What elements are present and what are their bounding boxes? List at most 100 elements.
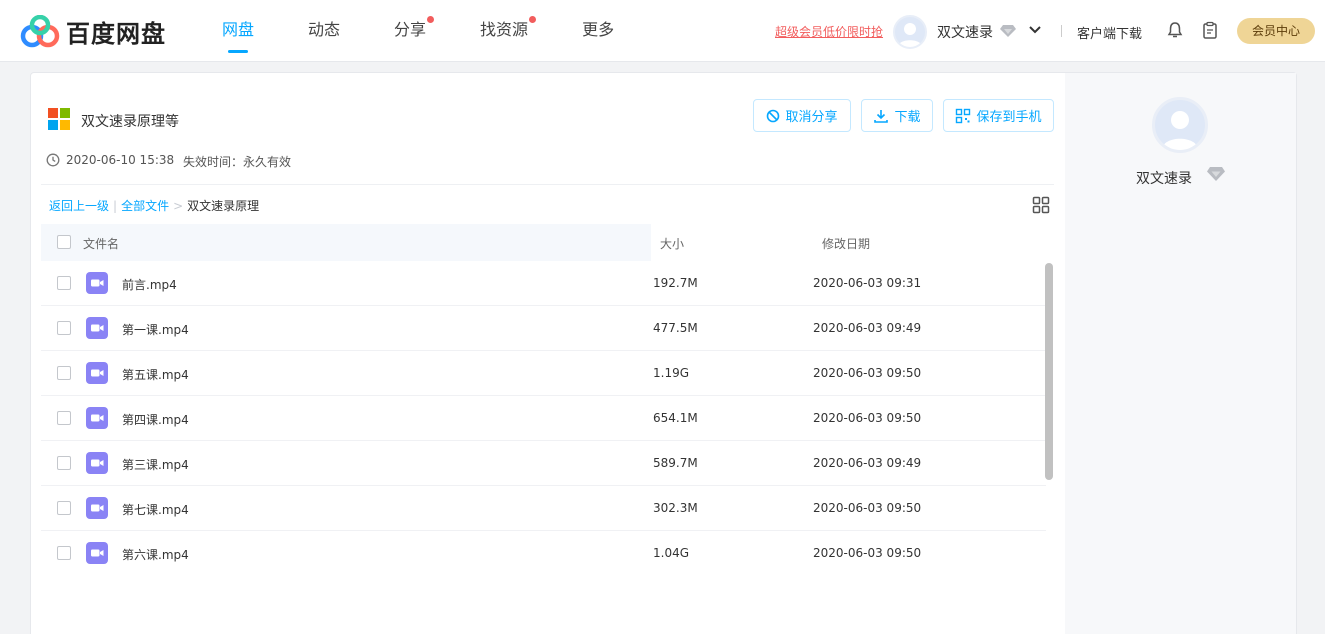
file-date: 2020-06-03 09:50: [813, 366, 922, 380]
sharer-sidebar: 双文速录: [1065, 73, 1296, 634]
file-date: 2020-06-03 09:50: [813, 546, 922, 560]
member-center-button[interactable]: 会员中心: [1237, 18, 1315, 44]
main-nav: 网盘 动态 分享 找资源 更多: [222, 0, 668, 62]
nav-item-find-resources[interactable]: 找资源: [480, 0, 537, 62]
diamond-icon: [1206, 166, 1226, 185]
file-size: 654.1M: [653, 411, 698, 425]
scrollbar[interactable]: [1045, 263, 1053, 480]
breadcrumb-separator: |: [113, 198, 118, 213]
column-header-name[interactable]: 文件名: [83, 235, 119, 252]
file-date: 2020-06-03 09:49: [813, 456, 922, 470]
username[interactable]: 双文速录: [937, 22, 993, 42]
table-row[interactable]: 前言.mp4 192.7M 2020-06-03 09:31: [41, 261, 1046, 306]
select-all-checkbox[interactable]: [57, 235, 71, 249]
table-row[interactable]: 第一课.mp4 477.5M 2020-06-03 09:49: [41, 306, 1046, 351]
qr-code-icon: [956, 108, 971, 123]
file-date: 2020-06-03 09:50: [813, 411, 922, 425]
video-file-icon: [86, 497, 108, 519]
file-size: 1.19G: [653, 366, 690, 380]
file-size: 1.04G: [653, 546, 690, 560]
row-checkbox[interactable]: [57, 456, 71, 470]
row-checkbox[interactable]: [57, 501, 71, 515]
chevron-down-icon[interactable]: [1028, 24, 1042, 38]
save-to-phone-button[interactable]: 保存到手机: [943, 99, 1054, 132]
file-name[interactable]: 第六课.mp4: [122, 546, 189, 563]
column-header-date[interactable]: 修改日期: [822, 235, 870, 252]
video-file-icon: [86, 317, 108, 339]
user-silhouette-icon: [898, 23, 922, 47]
user-silhouette-icon: [1162, 111, 1198, 150]
file-list: 前言.mp4 192.7M 2020-06-03 09:31 第一课.mp4 4…: [41, 261, 1046, 576]
nav-label: 分享: [394, 20, 427, 39]
nav-label: 找资源: [480, 20, 529, 39]
table-row[interactable]: 第三课.mp4 589.7M 2020-06-03 09:49: [41, 441, 1046, 486]
table-row[interactable]: 第四课.mp4 654.1M 2020-06-03 09:50: [41, 396, 1046, 441]
button-label: 下载: [894, 110, 921, 125]
bell-icon[interactable]: [1166, 21, 1184, 42]
video-file-icon: [86, 452, 108, 474]
client-download-link[interactable]: 客户端下载: [1077, 23, 1142, 42]
row-checkbox[interactable]: [57, 546, 71, 560]
notification-dot: [529, 16, 537, 23]
breadcrumb-all-files-link[interactable]: 全部文件: [121, 197, 169, 214]
video-file-icon: [86, 362, 108, 384]
logo[interactable]: 百度网盘: [20, 14, 166, 49]
breadcrumb-arrow: >: [173, 198, 184, 213]
file-name[interactable]: 第一课.mp4: [122, 321, 189, 338]
share-expire-time: 失效时间：永久有效: [183, 155, 292, 169]
download-icon: [874, 109, 889, 123]
sharer-username[interactable]: 双文速录: [1136, 168, 1192, 188]
nav-item-netdisk[interactable]: 网盘: [222, 0, 254, 62]
row-checkbox[interactable]: [57, 411, 71, 425]
row-checkbox[interactable]: [57, 276, 71, 290]
table-row[interactable]: 第七课.mp4 302.3M 2020-06-03 09:50: [41, 486, 1046, 531]
nav-item-activity[interactable]: 动态: [308, 0, 340, 62]
share-title: 双文速录原理等: [81, 114, 179, 130]
nav-label: 更多: [582, 20, 615, 39]
share-card: 双文速录原理等 取消分享 下载 保存到手机 2020-06-10 15:38 失…: [30, 72, 1297, 634]
ban-icon: [767, 109, 780, 122]
file-name[interactable]: 第七课.mp4: [122, 501, 189, 518]
row-checkbox[interactable]: [57, 366, 71, 380]
download-button[interactable]: 下载: [861, 99, 933, 132]
avatar[interactable]: [893, 15, 927, 49]
avatar[interactable]: [1152, 97, 1208, 153]
clock-icon: [46, 153, 60, 170]
share-created-time: 2020-06-10 15:38: [66, 153, 175, 167]
nav-label: 网盘: [222, 20, 255, 39]
baidu-netdisk-logo-icon: [20, 14, 60, 47]
grid-view-icon[interactable]: [1032, 196, 1050, 217]
cancel-share-button[interactable]: 取消分享: [753, 99, 851, 132]
notification-dot: [427, 16, 435, 23]
clipboard-icon[interactable]: [1201, 21, 1219, 42]
file-name[interactable]: 前言.mp4: [122, 276, 177, 293]
file-size: 192.7M: [653, 276, 698, 290]
table-header: 文件名 大小 修改日期: [41, 224, 1054, 261]
file-name[interactable]: 第五课.mp4: [122, 366, 189, 383]
column-header-size[interactable]: 大小: [660, 235, 684, 252]
logo-text: 百度网盘: [66, 20, 166, 48]
button-label: 保存到手机: [976, 110, 1042, 125]
file-size: 477.5M: [653, 321, 698, 335]
nav-item-more[interactable]: 更多: [582, 0, 614, 62]
file-size: 302.3M: [653, 501, 698, 515]
diamond-icon[interactable]: [999, 24, 1017, 41]
table-row[interactable]: 第六课.mp4 1.04G 2020-06-03 09:50: [41, 531, 1046, 576]
breadcrumb: 返回上一级 | 全部文件 > 双文速录原理: [49, 197, 259, 214]
file-date: 2020-06-03 09:50: [813, 501, 922, 515]
breadcrumb-back-link[interactable]: 返回上一级: [49, 197, 109, 214]
file-size: 589.7M: [653, 456, 698, 470]
row-checkbox[interactable]: [57, 321, 71, 335]
breadcrumb-current: 双文速录原理: [187, 199, 260, 213]
nav-label: 动态: [308, 20, 341, 39]
divider: [1061, 25, 1062, 37]
file-date: 2020-06-03 09:49: [813, 321, 922, 335]
video-file-icon: [86, 272, 108, 294]
four-color-square-icon: [48, 108, 70, 130]
promo-link[interactable]: 超级会员低价限时抢: [775, 23, 883, 40]
table-row[interactable]: 第五课.mp4 1.19G 2020-06-03 09:50: [41, 351, 1046, 396]
nav-item-share[interactable]: 分享: [394, 0, 435, 62]
button-label: 取消分享: [785, 110, 838, 125]
file-name[interactable]: 第三课.mp4: [122, 456, 189, 473]
file-name[interactable]: 第四课.mp4: [122, 411, 189, 428]
